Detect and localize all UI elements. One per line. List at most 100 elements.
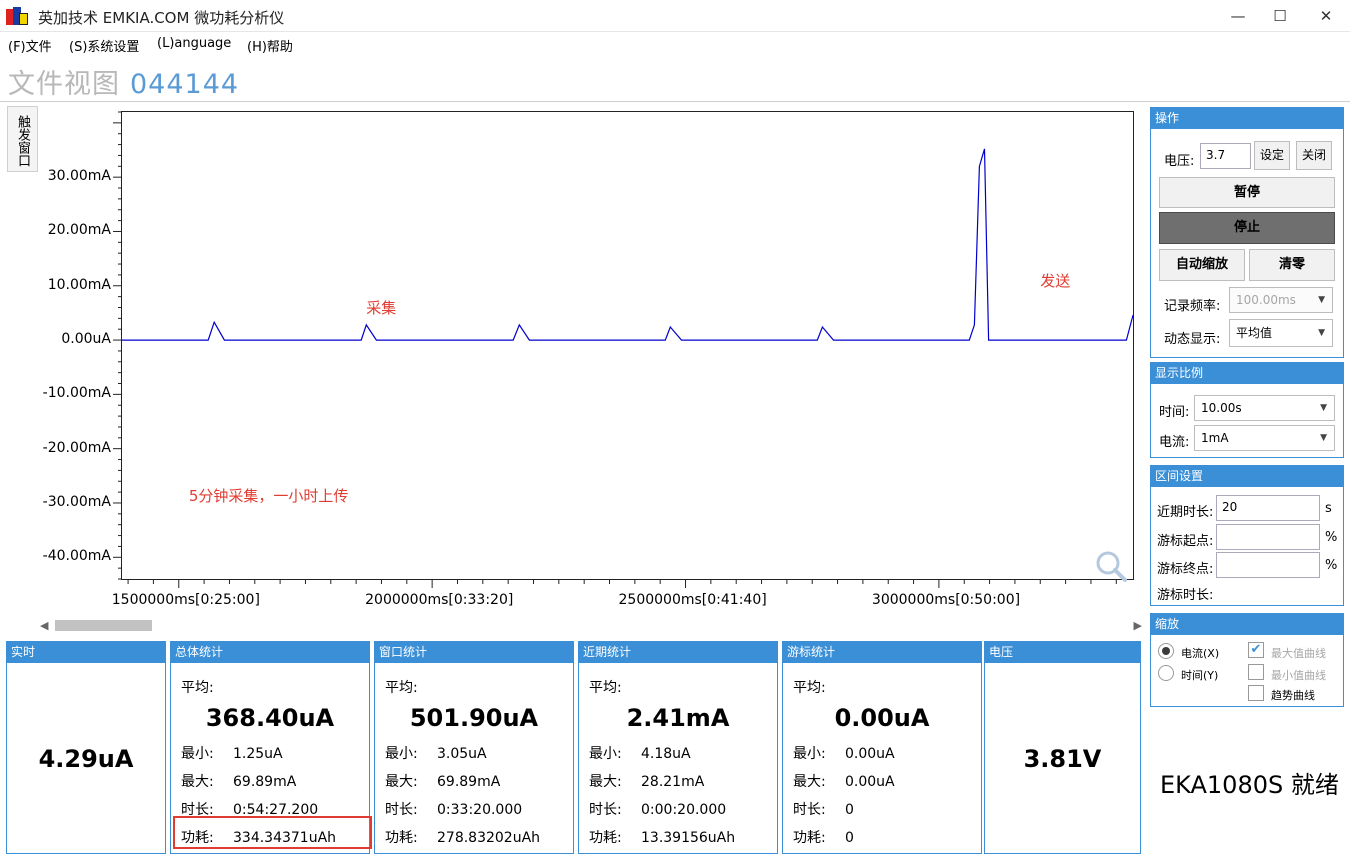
chart-svg <box>113 111 1134 588</box>
scroll-right-arrow-icon[interactable]: ▶ <box>1134 617 1142 634</box>
scroll-left-arrow-icon[interactable]: ◀ <box>40 617 48 634</box>
device-status: EKA1080S 就绪 <box>1160 771 1339 799</box>
total-max-value: 69.89mA <box>233 774 297 790</box>
max-curve-checkbox[interactable]: ✔ <box>1248 642 1264 658</box>
chart-annotation: 5分钟采集，一小时上传 <box>188 486 349 505</box>
dynamic-display-select[interactable]: 平均值 ▼ <box>1229 319 1333 347</box>
recent-max-label: 最大: <box>589 774 622 790</box>
cursor-end-label: 游标终点: <box>1157 562 1214 577</box>
record-rate-label: 记录频率: <box>1164 299 1221 314</box>
window-energy-label: 功耗: <box>385 830 418 846</box>
dynamic-display-value: 平均值 <box>1236 326 1273 340</box>
total-avg-label: 平均: <box>181 680 214 696</box>
set-voltage-button[interactable]: 设定 <box>1254 141 1290 170</box>
chevron-down-icon: ▼ <box>1318 295 1325 305</box>
pause-button[interactable]: 暂停 <box>1159 177 1335 208</box>
power-off-button[interactable]: 关闭 <box>1296 141 1332 170</box>
realtime-header: 实时 <box>7 642 165 663</box>
window-duration-value: 0:33:20.000 <box>437 802 523 818</box>
y-tick-label: 10.00mA <box>47 276 111 293</box>
stop-button[interactable]: 停止 <box>1159 212 1335 244</box>
realtime-stats: 实时 4.29uA <box>6 641 166 854</box>
total-avg-value: 368.40uA <box>205 704 335 732</box>
zoom-current-radio[interactable] <box>1158 643 1174 659</box>
cursor-duration-label: 游标时长: <box>1157 588 1214 603</box>
window-min-label: 最小: <box>385 746 418 762</box>
recent-min-value: 4.18uA <box>641 746 691 762</box>
cursor-end-input[interactable] <box>1216 552 1320 578</box>
window-duration-label: 时长: <box>385 802 418 818</box>
zoom-time-radio[interactable] <box>1158 665 1174 681</box>
min-curve-label: 最小值曲线 <box>1271 669 1326 682</box>
x-tick-label: 2000000ms[0:33:20] <box>365 592 514 608</box>
cursor-avg-value: 0.00uA <box>834 704 930 732</box>
y-tick-label: 30.00mA <box>47 168 111 185</box>
zoom-magnifier-icon[interactable] <box>1094 549 1128 583</box>
current-scale-select[interactable]: 1mA ▼ <box>1194 425 1335 451</box>
time-scale-value: 10.00s <box>1201 401 1242 415</box>
voltage-value: 3.81V <box>1023 745 1102 773</box>
total-max-label: 最大: <box>181 774 214 790</box>
window-stats: 窗口统计 平均: 501.90uA 最小: 3.05uA 最大: 69.89mA 时… <box>374 641 574 854</box>
window-max-value: 69.89mA <box>437 774 501 790</box>
cursor-duration-label: 时长: <box>793 802 826 818</box>
current-scale-value: 1mA <box>1201 431 1229 445</box>
realtime-value: 4.29uA <box>38 745 134 773</box>
chevron-down-icon: ▼ <box>1318 328 1325 338</box>
current-trace-line <box>122 148 1134 341</box>
voltage-input[interactable]: 3.7 <box>1200 143 1251 169</box>
time-scale-label: 时间: <box>1159 405 1190 420</box>
recent-stats: 近期统计 平均: 2.41mA 最小: 4.18uA 最大: 28.21mA 时长:… <box>578 641 778 854</box>
voltage-stats: 电压 3.81V <box>984 641 1141 854</box>
chevron-down-icon: ▼ <box>1320 433 1327 443</box>
total-min-value: 1.25uA <box>233 746 283 762</box>
voltage-label: 电压: <box>1164 154 1195 169</box>
recent-energy-label: 功耗: <box>589 830 622 846</box>
window-max-label: 最大: <box>385 774 418 790</box>
recent-duration-label: 近期时长: <box>1157 505 1214 520</box>
record-rate-select: 100.00ms ▼ <box>1229 287 1333 313</box>
trend-curve-checkbox[interactable] <box>1248 685 1264 701</box>
zoom-header: 缩放 <box>1151 614 1343 635</box>
scale-header: 显示比例 <box>1151 363 1343 384</box>
cursor-energy-value: 0 <box>845 830 854 846</box>
recent-min-label: 最小: <box>589 746 622 762</box>
horizontal-scrollbar[interactable]: ◀ ▶ <box>40 617 1142 634</box>
recent-duration-unit: s <box>1325 501 1332 516</box>
cursor-duration-value: 0 <box>845 802 854 818</box>
cursor-energy-label: 功耗: <box>793 830 826 846</box>
recent-header: 近期统计 <box>579 642 777 663</box>
recent-avg-label: 平均: <box>589 680 622 696</box>
x-tick-label: 2500000ms[0:41:40] <box>618 592 767 608</box>
min-curve-checkbox[interactable] <box>1248 664 1264 680</box>
scrollbar-thumb[interactable] <box>55 620 152 631</box>
cursor-max-label: 最大: <box>793 774 826 790</box>
y-tick-label: -10.00mA <box>42 385 111 402</box>
recent-max-value: 28.21mA <box>641 774 705 790</box>
chevron-down-icon: ▼ <box>1320 403 1327 413</box>
zoom-current-label: 电流(X) <box>1181 647 1220 660</box>
recent-duration-input[interactable]: 20 <box>1216 495 1320 521</box>
energy-highlight-box <box>173 816 372 849</box>
zoom-time-label: 时间(Y) <box>1181 669 1219 682</box>
trend-curve-label: 趋势曲线 <box>1271 689 1315 702</box>
window-avg-label: 平均: <box>385 680 418 696</box>
y-tick-label: -40.00mA <box>42 548 111 565</box>
cursor-avg-label: 平均: <box>793 680 826 696</box>
total-min-label: 最小: <box>181 746 214 762</box>
cursor-start-unit: % <box>1325 530 1338 545</box>
cursor-min-value: 0.00uA <box>845 746 895 762</box>
voltage-header: 电压 <box>985 642 1140 663</box>
recent-duration-value: 0:00:20.000 <box>641 802 727 818</box>
total-header: 总体统计 <box>171 642 369 663</box>
current-scale-label: 电流: <box>1159 435 1190 450</box>
auto-scale-button[interactable]: 自动缩放 <box>1159 249 1245 281</box>
window-energy-value: 278.83202uAh <box>437 830 541 846</box>
time-scale-select[interactable]: 10.00s ▼ <box>1194 395 1335 421</box>
cursor-max-value: 0.00uA <box>845 774 895 790</box>
max-curve-label: 最大值曲线 <box>1271 647 1326 660</box>
chart-annotation: 发送 <box>1040 272 1071 291</box>
cursor-start-input[interactable] <box>1216 524 1320 550</box>
zero-button[interactable]: 清零 <box>1249 249 1335 281</box>
y-tick-label: 0.00uA <box>61 331 111 348</box>
